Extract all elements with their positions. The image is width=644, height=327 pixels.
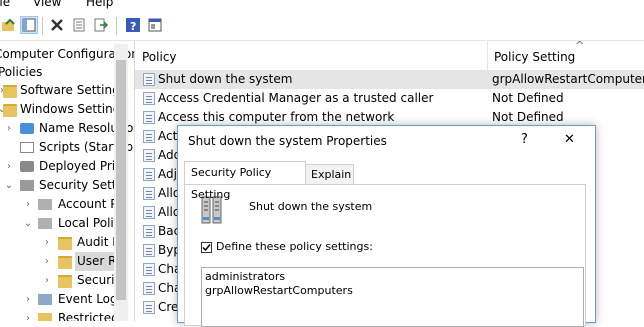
column-header-policy[interactable]: Policy	[135, 41, 488, 73]
policy-icon	[143, 187, 155, 200]
policy-name-label: Shut down the system	[249, 200, 373, 213]
tree-item-local-policies[interactable]: Local Polic	[58, 214, 120, 233]
menu-view[interactable]: View	[33, 0, 61, 9]
chevron-right-icon[interactable]: ›	[42, 233, 52, 252]
policy-icon	[143, 92, 155, 105]
svg-text:?: ?	[130, 20, 136, 32]
tree-scrollbar[interactable]	[114, 44, 128, 321]
tree-item-restricted-groups[interactable]: Restricted	[58, 309, 119, 321]
policy-icon	[143, 263, 155, 276]
folder-icon	[3, 104, 17, 117]
security-settings-icon	[20, 180, 34, 191]
define-policy-checkbox[interactable]	[201, 242, 212, 253]
toolbar-separator	[42, 17, 43, 35]
policy-setting: grpAllowRestartComputers,a	[492, 72, 644, 86]
tree-item-event-log[interactable]: Event Log	[58, 290, 118, 309]
folder-icon	[58, 256, 72, 269]
policy-name: Act	[158, 129, 178, 143]
menu-bar: File View Help	[0, 0, 644, 11]
tree-item-user-rights[interactable]: User Ri	[75, 252, 120, 271]
tree-item-account-policies[interactable]: Account P	[58, 195, 118, 214]
tree-item-deployed-printers[interactable]: Deployed Prin	[39, 157, 123, 176]
chevron-right-icon[interactable]: ›	[23, 309, 33, 321]
tab-security-policy-setting[interactable]: Security Policy Setting	[184, 161, 306, 201]
policy-name: Cre	[158, 300, 179, 314]
up-folder-icon[interactable]	[0, 16, 18, 34]
policy-row[interactable]: Shut down the system grpAllowRestartComp…	[135, 70, 644, 89]
chevron-right-icon[interactable]: ›	[4, 157, 14, 176]
show-hide-tree-icon[interactable]	[20, 16, 38, 34]
toolbar: ?	[0, 11, 644, 41]
policy-icon	[143, 73, 155, 86]
policy-name: Adj	[158, 167, 177, 181]
tree-item-windows-settings[interactable]: Windows Settings	[20, 100, 127, 119]
tree-scrollbar-thumb[interactable]	[116, 60, 126, 300]
folder-icon	[3, 85, 17, 98]
scripts-icon	[20, 142, 34, 153]
policy-name: Shut down the system	[158, 72, 293, 86]
local-policies-icon	[38, 218, 52, 229]
policy-icon	[143, 130, 155, 143]
accounts-listbox[interactable]: administrators grpAllowRestartComputers	[201, 267, 584, 327]
policy-name: Access Credential Manager as a trusted c…	[158, 91, 434, 105]
printer-icon	[20, 161, 34, 172]
properties-dialog: Shut down the system Properties ? ✕ Shut…	[177, 125, 596, 327]
tab-panel-security-policy: Shut down the system Define these policy…	[184, 184, 586, 327]
tree-item-security-options[interactable]: Securit	[77, 271, 119, 290]
list-item[interactable]: grpAllowRestartComputers	[205, 284, 580, 298]
restricted-groups-icon	[38, 313, 52, 321]
name-resolution-icon	[20, 123, 34, 134]
policy-icon	[143, 244, 155, 257]
close-button[interactable]: ✕	[564, 132, 575, 147]
chevron-right-icon[interactable]: ›	[4, 119, 14, 138]
dialog-title: Shut down the system Properties	[188, 134, 387, 148]
toolbar-separator	[116, 17, 117, 35]
sort-arrow-icon: ^	[575, 41, 585, 52]
policy-row[interactable]: Access Credential Manager as a trusted c…	[135, 89, 644, 108]
policy-icon	[143, 111, 155, 124]
properties-icon[interactable]	[70, 16, 88, 34]
folder-icon	[58, 237, 72, 250]
chevron-down-icon[interactable]: ⌄	[23, 214, 33, 233]
folder-icon	[58, 275, 72, 288]
help-button[interactable]: ?	[521, 132, 528, 147]
event-log-icon	[38, 294, 52, 305]
column-header-policy-setting[interactable]: Policy Setting	[487, 41, 644, 73]
menu-file[interactable]: File	[0, 0, 10, 9]
chevron-right-icon[interactable]: ›	[23, 290, 33, 309]
console-view-icon[interactable]	[146, 16, 164, 34]
chevron-right-icon[interactable]: ›	[23, 195, 33, 214]
policy-icon	[143, 301, 155, 314]
policy-icon	[143, 149, 155, 162]
delete-icon[interactable]	[48, 16, 66, 34]
account-policies-icon	[38, 199, 52, 210]
chevron-right-icon[interactable]: ›	[42, 271, 52, 290]
policy-icon	[143, 168, 155, 181]
tree-item-software-settings[interactable]: Software Settings	[20, 81, 126, 100]
policy-icon	[143, 282, 155, 295]
policy-setting: Not Defined	[492, 91, 564, 105]
list-item[interactable]: administrators	[205, 270, 580, 284]
help-icon[interactable]: ?	[124, 16, 142, 34]
tree-item-policies[interactable]: Policies	[0, 63, 42, 82]
policy-icon	[143, 206, 155, 219]
tab-explain[interactable]: Explain	[304, 164, 354, 184]
policy-icon	[143, 225, 155, 238]
chevron-down-icon[interactable]: ⌄	[4, 176, 14, 195]
define-policy-label: Define these policy settings:	[216, 240, 373, 253]
export-list-icon[interactable]	[92, 16, 110, 34]
chevron-right-icon[interactable]: ›	[42, 252, 52, 271]
menu-help[interactable]: Help	[86, 0, 113, 9]
